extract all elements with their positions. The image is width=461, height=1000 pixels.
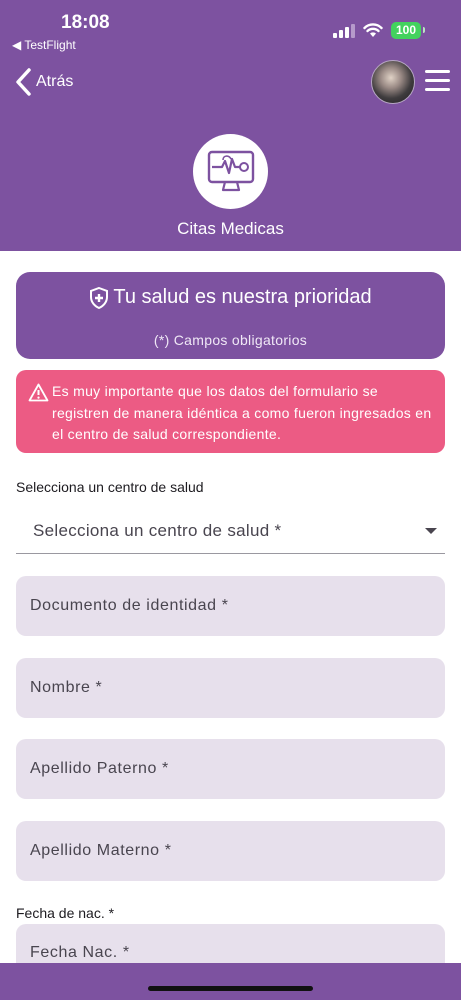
required-fields-note: (*) Campos obligatorios [153, 332, 308, 348]
warning-triangle-icon [28, 383, 49, 402]
birth-date-placeholder: Fecha Nac. * [30, 944, 130, 961]
testflight-back-link[interactable]: ◀ TestFlight [12, 38, 76, 52]
app-screen: 18:08 ◀ TestFlight 100 Atrás Citas Medic… [0, 0, 461, 1000]
priority-title: Tu salud es nuestra prioridad [113, 286, 372, 308]
health-center-select-value: Selecciona un centro de salud * [33, 520, 282, 540]
home-indicator [148, 986, 313, 991]
name-placeholder: Nombre * [30, 679, 103, 696]
battery-indicator: 100 [390, 22, 426, 39]
paternal-surname-placeholder: Apellido Paterno * [30, 760, 169, 777]
maternal-surname-input[interactable]: Apellido Materno * [16, 821, 445, 881]
priority-title-row: Tu salud es nuestra prioridad [16, 286, 445, 309]
warning-text: Es muy importante que los datos del form… [52, 383, 432, 442]
document-input[interactable]: Documento de identidad * [16, 576, 445, 636]
status-icons: 100 [332, 22, 426, 39]
back-button[interactable]: Atrás [14, 68, 73, 96]
paternal-surname-input[interactable]: Apellido Paterno * [16, 739, 445, 799]
wifi-icon [363, 23, 383, 37]
page-title: Citas Medicas [177, 219, 284, 238]
priority-card: Tu salud es nuestra prioridad (*) Campos… [16, 272, 445, 359]
menu-icon[interactable] [425, 70, 450, 92]
name-input[interactable]: Nombre * [16, 658, 445, 718]
chevron-left-icon [16, 68, 31, 96]
birth-date-label: Fecha de nac. * [16, 905, 115, 921]
header: 18:08 ◀ TestFlight 100 Atrás Citas Medic… [0, 0, 461, 251]
maternal-surname-placeholder: Apellido Materno * [30, 842, 172, 859]
health-center-select[interactable]: Selecciona un centro de salud * [16, 508, 445, 554]
avatar[interactable] [371, 60, 415, 104]
warning-banner: Es muy importante que los datos del form… [16, 370, 445, 453]
dropdown-caret-icon [425, 527, 437, 534]
status-time: 18:08 [61, 12, 110, 33]
document-placeholder: Documento de identidad * [30, 597, 229, 614]
health-center-label: Selecciona un centro de salud [16, 479, 204, 495]
bottom-bar [0, 963, 461, 1000]
medical-monitor-icon [207, 150, 254, 191]
shield-plus-icon [90, 286, 109, 309]
signal-icon [332, 23, 355, 38]
app-logo [193, 134, 268, 209]
back-label: Atrás [36, 73, 74, 90]
